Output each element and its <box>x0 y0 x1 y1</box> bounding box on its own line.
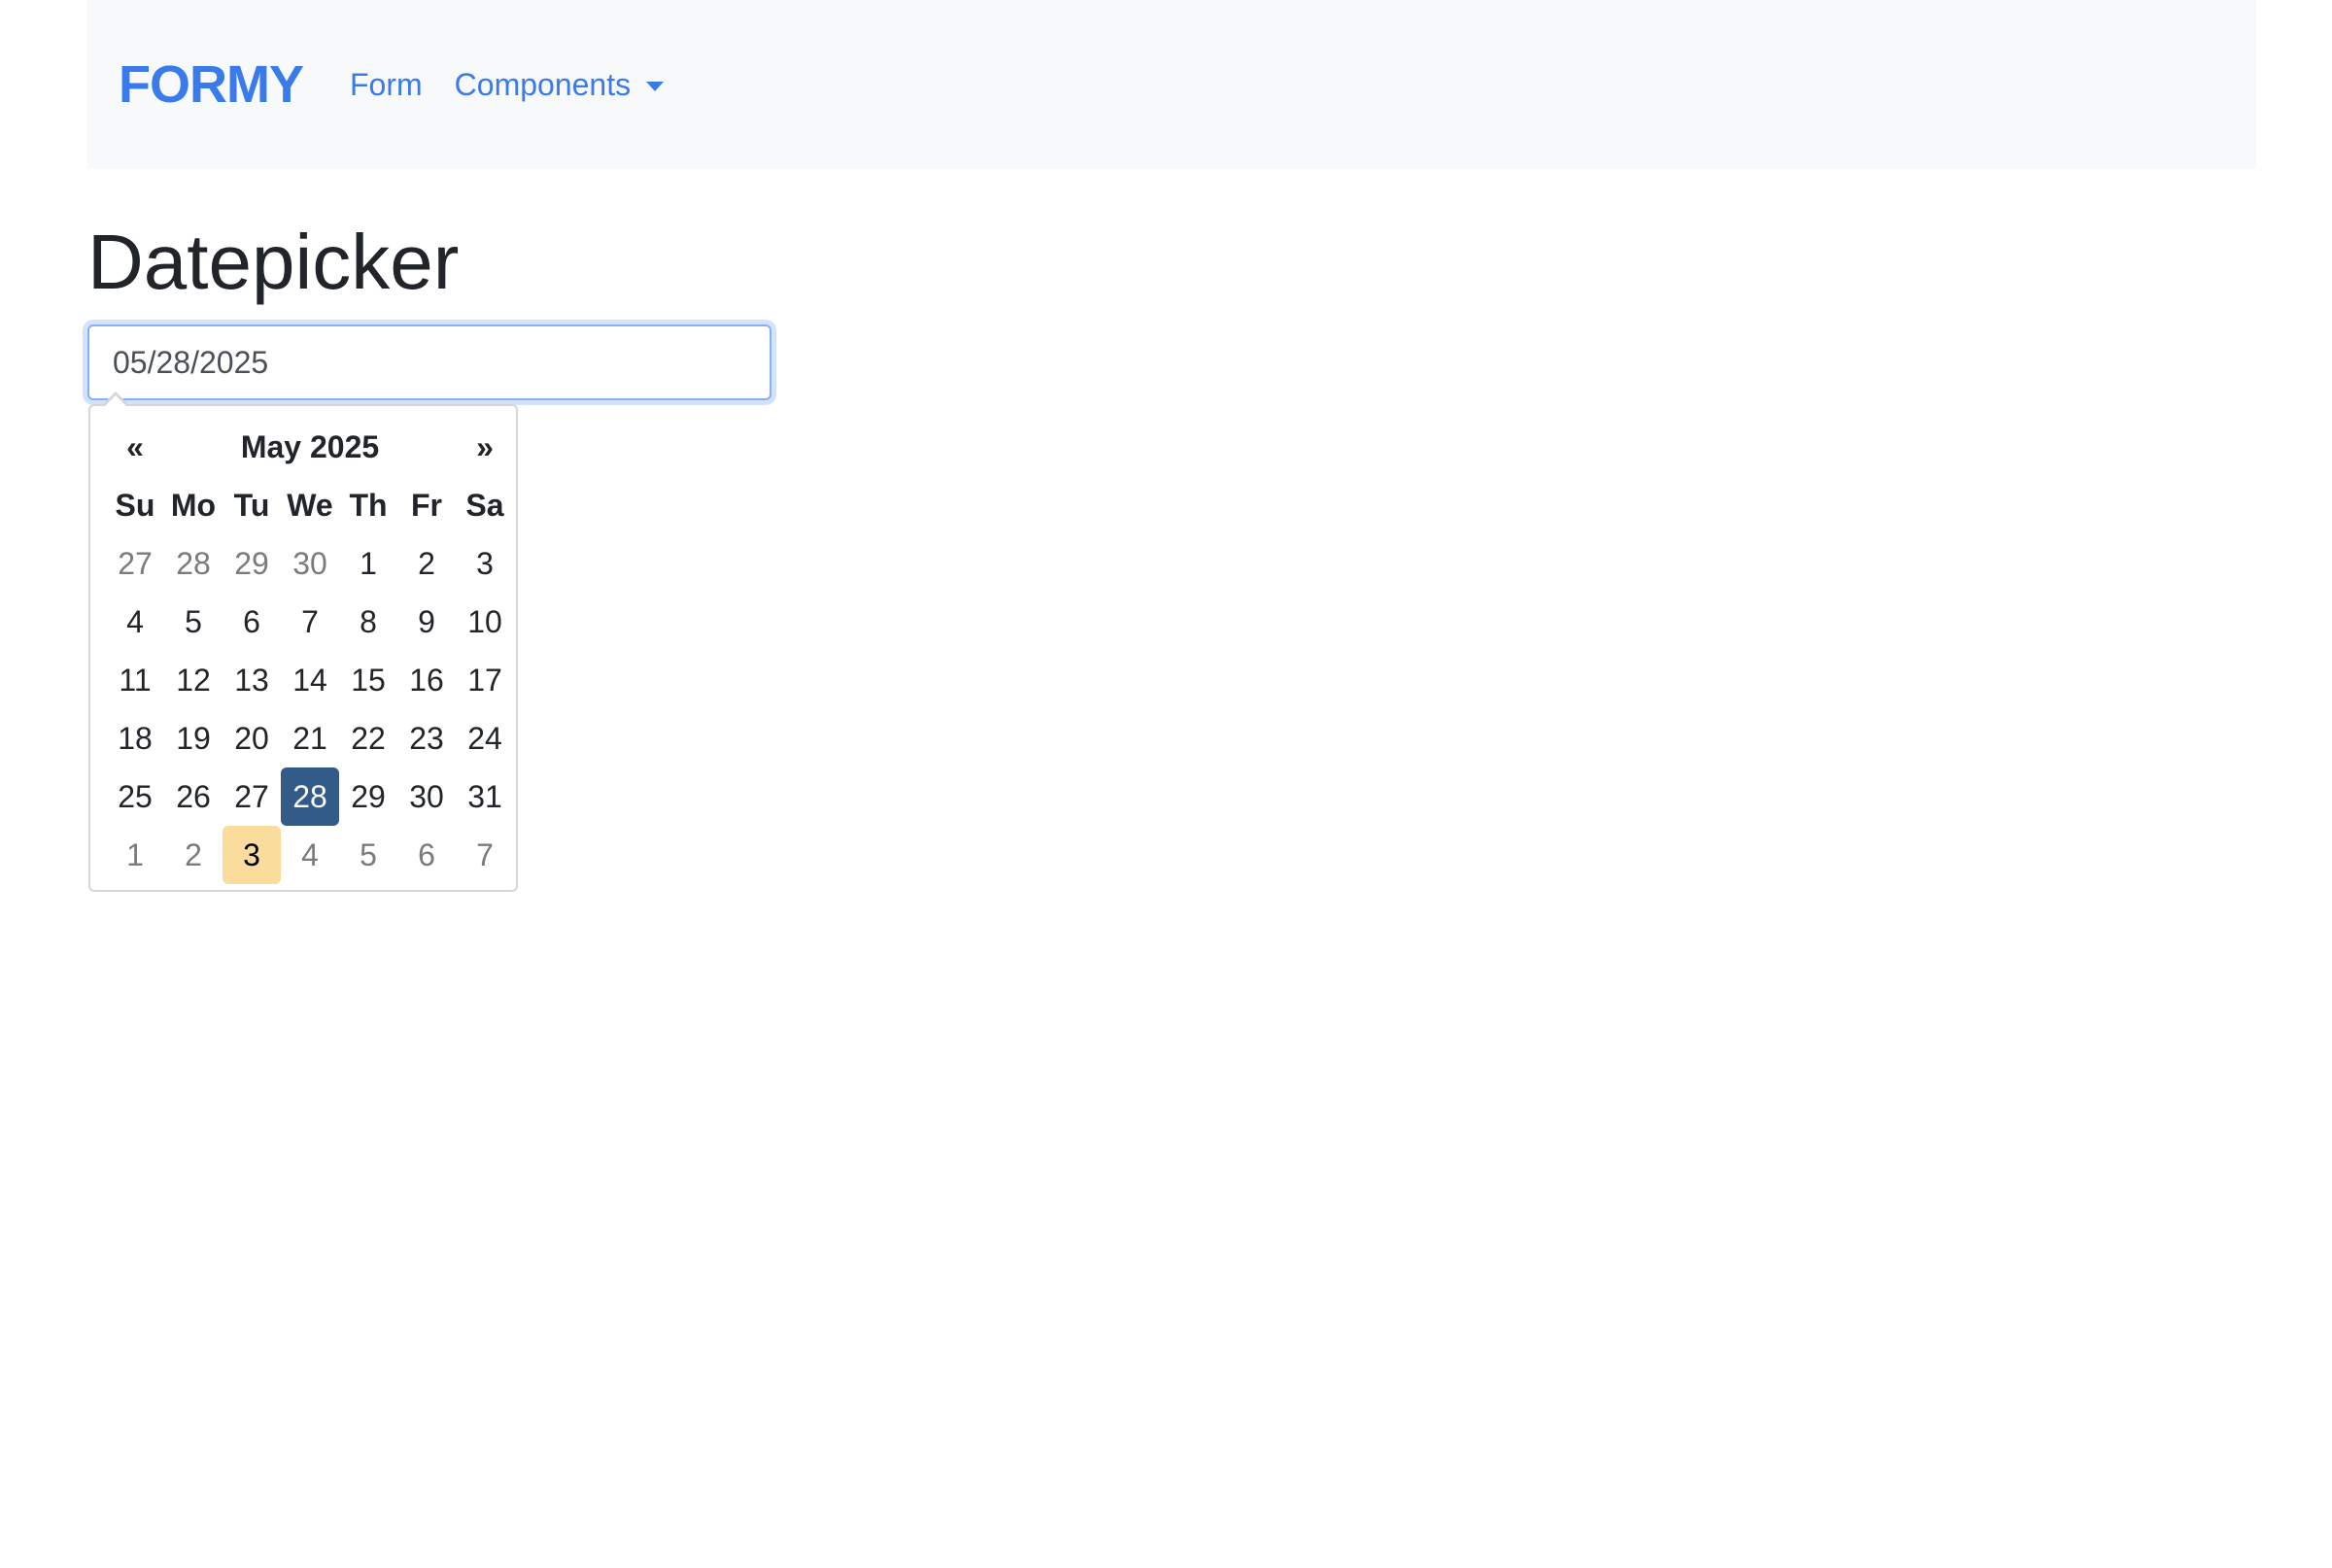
weekday-label: Mo <box>170 487 217 523</box>
calendar-day[interactable]: 30 <box>397 767 456 826</box>
calendar-day[interactable]: 7 <box>281 593 339 651</box>
dropdown-pointer-fill <box>104 395 127 407</box>
calendar-day[interactable]: 22 <box>339 709 397 767</box>
calendar-day[interactable]: 23 <box>397 709 456 767</box>
calendar-day[interactable]: 1 <box>339 534 397 593</box>
calendar-week-row: 27 28 29 30 1 2 3 <box>106 534 514 593</box>
calendar-day[interactable]: 9 <box>397 593 456 651</box>
calendar-day[interactable]: 16 <box>397 651 456 709</box>
calendar-day[interactable]: 21 <box>281 709 339 767</box>
calendar-day[interactable]: 27 <box>106 534 164 593</box>
next-month-button[interactable]: » <box>456 418 514 476</box>
nav-dropdown-components[interactable]: Components <box>454 66 665 103</box>
weekday-label: Tu <box>233 487 270 523</box>
caret-down-icon <box>646 82 665 91</box>
page-title: Datepicker <box>87 219 460 305</box>
weekday-label: We <box>287 487 333 523</box>
calendar-week-row: 11 12 13 14 15 16 17 <box>106 651 514 709</box>
calendar-day[interactable]: 8 <box>339 593 397 651</box>
calendar-day[interactable]: 14 <box>281 651 339 709</box>
calendar-header-row: « May 2025 » <box>106 418 514 476</box>
calendar-day[interactable]: 29 <box>223 534 281 593</box>
weekday-label: Sa <box>465 487 504 523</box>
nav-link-components-label: Components <box>454 66 632 102</box>
calendar-day[interactable]: 26 <box>164 767 223 826</box>
calendar-day[interactable]: 10 <box>456 593 514 651</box>
calendar-day[interactable]: 20 <box>223 709 281 767</box>
calendar-day[interactable]: 27 <box>223 767 281 826</box>
calendar-day[interactable]: 3 <box>456 534 514 593</box>
datepicker-dropdown: « May 2025 » Su Mo Tu We Th Fr Sa 27 28 29 30 1 2 3 4… <box>88 392 518 892</box>
navbar: FORMY Form Components <box>87 0 2256 169</box>
calendar-day[interactable]: 11 <box>106 651 164 709</box>
calendar-day[interactable]: 4 <box>106 593 164 651</box>
calendar-day[interactable]: 6 <box>223 593 281 651</box>
prev-month-button[interactable]: « <box>106 418 164 476</box>
calendar-week-row: 1234567 <box>106 826 514 884</box>
calendar-day[interactable]: 17 <box>456 651 514 709</box>
calendar-day[interactable]: 7 <box>456 826 514 884</box>
calendar-day[interactable]: 1 <box>106 826 164 884</box>
calendar-week-row: 18 19 20 21 22 23 24 <box>106 709 514 767</box>
calendar-days: 27 28 29 30 1 2 3 4 5 6 7 8 9 10 11 12 13 14 15 16 17 18 19 20 2… <box>106 534 514 884</box>
calendar-day[interactable]: 24 <box>456 709 514 767</box>
datepicker-input[interactable] <box>87 324 772 400</box>
calendar-day[interactable]: 4 <box>281 826 339 884</box>
calendar-day[interactable]: 31 <box>456 767 514 826</box>
calendar-day[interactable]: 12 <box>164 651 223 709</box>
calendar-day[interactable]: 6 <box>397 826 456 884</box>
weekday-row: Su Mo Tu We Th Fr Sa <box>106 476 514 534</box>
calendar-day[interactable]: 28 <box>164 534 223 593</box>
calendar-day[interactable]: 5 <box>164 593 223 651</box>
calendar-week-row: 25 26 27 28 29 30 31 <box>106 767 514 826</box>
month-year-switch[interactable]: May 2025 <box>164 418 456 476</box>
weekday-label: Su <box>115 487 155 523</box>
calendar-day-today[interactable]: 3 <box>223 826 281 884</box>
calendar-day[interactable]: 13 <box>223 651 281 709</box>
calendar-day[interactable]: 19 <box>164 709 223 767</box>
calendar-day[interactable]: 2 <box>397 534 456 593</box>
calendar-day[interactable]: 30 <box>281 534 339 593</box>
calendar-week-row: 4 5 6 7 8 9 10 <box>106 593 514 651</box>
calendar-day[interactable]: 29 <box>339 767 397 826</box>
nav-link-form[interactable]: Form <box>350 67 423 103</box>
calendar-day[interactable]: 15 <box>339 651 397 709</box>
calendar-day[interactable]: 5 <box>339 826 397 884</box>
calendar-day[interactable]: 18 <box>106 709 164 767</box>
calendar-day[interactable]: 25 <box>106 767 164 826</box>
weekday-label: Fr <box>411 487 442 523</box>
calendar-table: « May 2025 » Su Mo Tu We Th Fr Sa 27 28 29 30 1 2 3 4… <box>106 418 514 884</box>
weekday-label: Th <box>349 487 388 523</box>
brand-logo-link[interactable]: FORMY <box>119 54 304 115</box>
calendar-day-selected[interactable]: 28 <box>281 767 339 826</box>
calendar-day[interactable]: 2 <box>164 826 223 884</box>
